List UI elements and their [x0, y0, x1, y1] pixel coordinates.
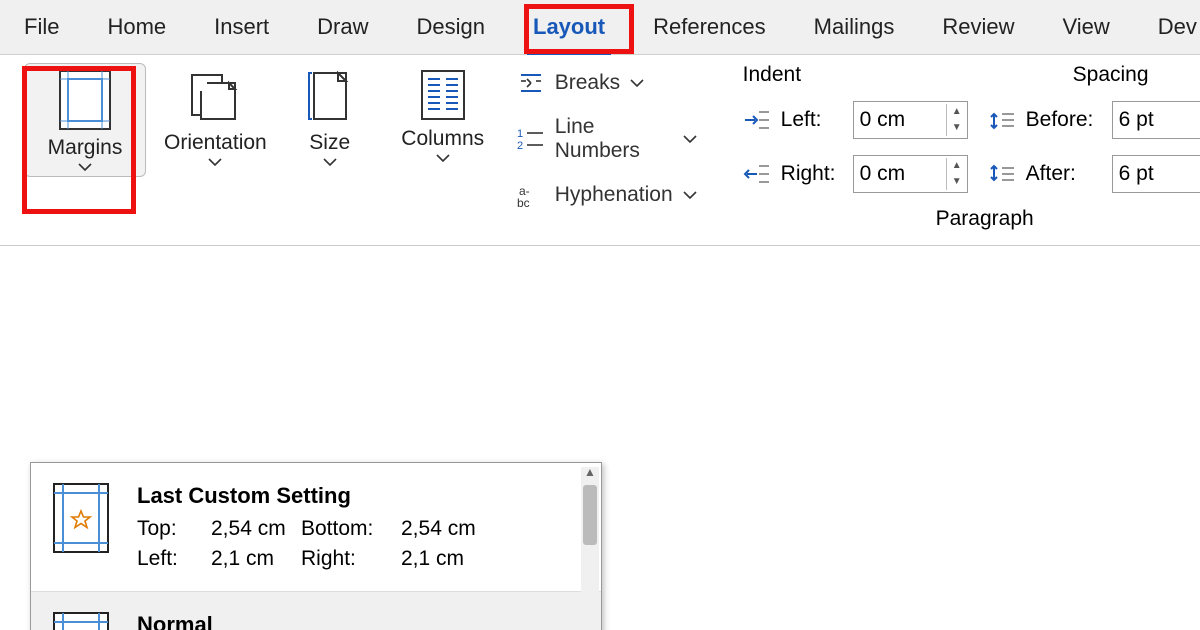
margins-option-last-custom-setting[interactable]: Last Custom Setting Top:2,54 cm Bottom:2…	[31, 463, 601, 591]
line-numbers-label: Line Numbers	[555, 115, 673, 163]
group-orientation: Orientation	[150, 55, 281, 171]
columns-label: Columns	[401, 127, 484, 151]
margins-option-title: Last Custom Setting	[137, 483, 579, 509]
margins-page-icon	[53, 612, 109, 630]
right-value: 2,1 cm	[401, 547, 481, 571]
bottom-label: Bottom:	[301, 517, 401, 541]
breaks-label: Breaks	[555, 71, 620, 95]
chevron-down-icon	[323, 157, 337, 167]
size-button[interactable]: Size	[285, 63, 375, 171]
group-columns: Columns	[379, 55, 507, 167]
size-icon	[308, 69, 352, 125]
orientation-icon	[189, 69, 241, 125]
spacing-before-icon	[988, 106, 1016, 134]
columns-button[interactable]: Columns	[383, 63, 503, 167]
svg-text:1: 1	[517, 128, 523, 140]
breaks-icon	[517, 69, 545, 97]
size-label: Size	[309, 131, 350, 155]
margins-page-icon	[53, 483, 109, 553]
indent-header: Indent	[743, 63, 863, 87]
spacing-before-label: Before:	[1026, 108, 1102, 132]
spacing-after-label: After:	[1026, 162, 1102, 186]
chevron-down-icon	[436, 153, 450, 163]
margins-option-normal[interactable]: Normal Top:2,54 cm Bottom:2,54 cm Left:2…	[31, 591, 601, 630]
indent-right-label: Right:	[781, 162, 843, 186]
top-label: Top:	[137, 517, 211, 541]
tab-draw[interactable]: Draw	[311, 6, 374, 48]
top-value: 2,54 cm	[211, 517, 301, 541]
tab-insert[interactable]: Insert	[208, 6, 275, 48]
ribbon: Margins Orientation Size Columns	[0, 55, 1200, 246]
breaks-button[interactable]: Breaks	[517, 69, 697, 97]
left-value: 2,1 cm	[211, 547, 301, 571]
spacing-before-input[interactable]: ▲▼	[1112, 101, 1200, 139]
scrollbar-thumb[interactable]	[583, 485, 597, 545]
margins-option-title: Normal	[137, 612, 579, 630]
svg-text:bc: bc	[517, 196, 530, 209]
tab-home[interactable]: Home	[101, 6, 172, 48]
tab-references[interactable]: References	[647, 6, 772, 48]
group-paragraph: Indent Spacing Left: ▲▼ Before: ▲▼ Right…	[727, 55, 1200, 231]
margins-label: Margins	[48, 136, 123, 160]
indent-left-icon	[743, 106, 771, 134]
line-numbers-icon: 12	[517, 125, 545, 153]
spacing-after-input[interactable]: ▲▼	[1112, 155, 1200, 193]
tab-review[interactable]: Review	[936, 6, 1020, 48]
svg-text:2: 2	[517, 140, 523, 152]
right-label: Right:	[301, 547, 401, 571]
indent-left-label: Left:	[781, 108, 843, 132]
bottom-value: 2,54 cm	[401, 517, 481, 541]
chevron-down-icon	[683, 190, 697, 200]
group-size: Size	[281, 55, 379, 171]
margins-dropdown: Last Custom Setting Top:2,54 cm Bottom:2…	[30, 462, 602, 630]
orientation-label: Orientation	[164, 131, 267, 155]
hyphenation-button[interactable]: a-bc Hyphenation	[517, 181, 697, 209]
tab-design[interactable]: Design	[411, 6, 491, 48]
paragraph-headers: Indent Spacing	[743, 63, 1200, 87]
columns-icon	[420, 69, 466, 121]
orientation-button[interactable]: Orientation	[154, 63, 277, 171]
hyphenation-icon: a-bc	[517, 181, 545, 209]
dropdown-scrollbar[interactable]: ▲	[581, 467, 599, 630]
group-page-setup-1: Margins	[0, 55, 150, 177]
group-breaks: Breaks 12 Line Numbers a-bc Hyphenation	[507, 55, 707, 209]
left-label: Left:	[137, 547, 211, 571]
margins-option-body: Last Custom Setting Top:2,54 cm Bottom:2…	[137, 483, 579, 571]
hyphenation-label: Hyphenation	[555, 183, 673, 207]
tab-developer[interactable]: Dev	[1152, 6, 1200, 48]
tab-layout[interactable]: Layout	[527, 6, 611, 48]
chevron-down-icon	[78, 162, 92, 172]
margins-option-body: Normal Top:2,54 cm Bottom:2,54 cm Left:2…	[137, 612, 579, 630]
margins-icon	[59, 70, 111, 130]
tab-view[interactable]: View	[1056, 6, 1115, 48]
tab-mailings[interactable]: Mailings	[808, 6, 901, 48]
line-numbers-button[interactable]: 12 Line Numbers	[517, 115, 697, 163]
chevron-down-icon	[683, 134, 697, 144]
indent-right-input[interactable]: ▲▼	[853, 155, 968, 193]
margins-button[interactable]: Margins	[24, 63, 146, 177]
spacing-after-icon	[988, 160, 1016, 188]
spacing-header: Spacing	[1073, 63, 1193, 87]
chevron-down-icon	[630, 78, 644, 88]
ribbon-tabs: File Home Insert Draw Design Layout Refe…	[0, 0, 1200, 55]
tab-file[interactable]: File	[18, 6, 65, 48]
indent-left-input[interactable]: ▲▼	[853, 101, 968, 139]
indent-right-icon	[743, 160, 771, 188]
chevron-down-icon	[208, 157, 222, 167]
paragraph-group-label: Paragraph	[743, 207, 1200, 231]
